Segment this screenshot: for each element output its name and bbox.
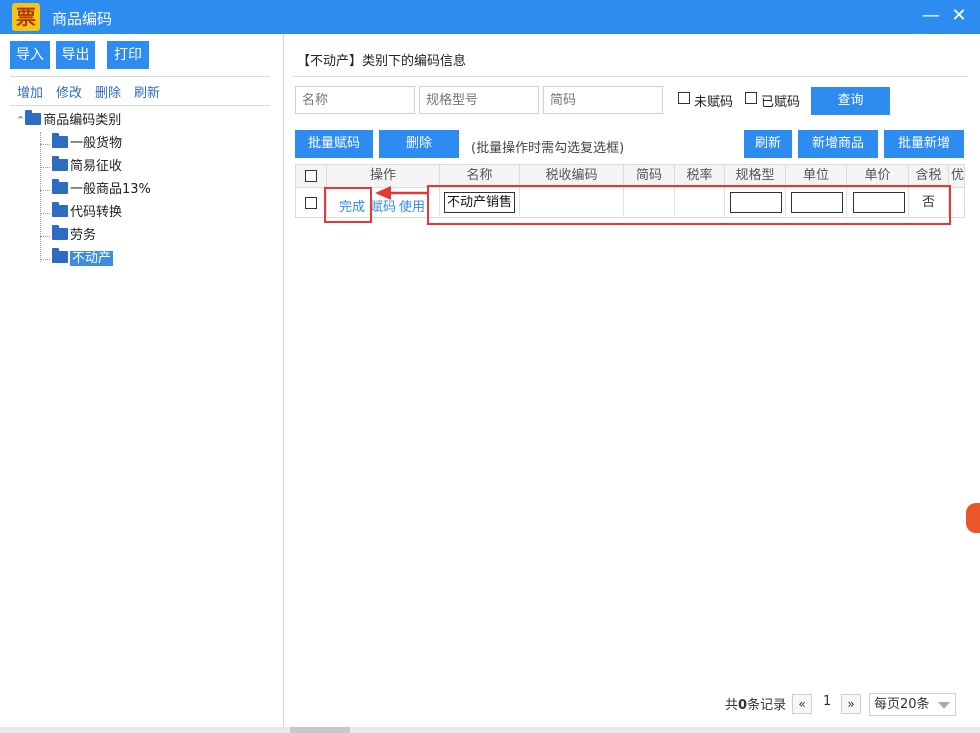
current-page: 1 bbox=[823, 694, 832, 709]
refresh-category-link[interactable]: 刷新 bbox=[134, 82, 160, 101]
tree-item-label: 一般商品13% bbox=[70, 182, 151, 197]
tree-item-label: 代码转换 bbox=[70, 205, 123, 220]
delete-category-link[interactable]: 删除 bbox=[95, 82, 121, 101]
batch-hint: (批量操作时需勾选复选框) bbox=[471, 141, 625, 156]
record-count-prefix: 共 bbox=[725, 698, 739, 713]
tree-root-label: 商品编码类别 bbox=[43, 113, 122, 128]
record-count: 共0条记录 bbox=[725, 694, 786, 713]
batch-assign-button[interactable]: 批量赋码 bbox=[295, 130, 373, 158]
record-count-value: 0 bbox=[738, 698, 748, 713]
section-title: 【不动产】类别下的编码信息 bbox=[297, 54, 467, 69]
record-count-suffix: 条记录 bbox=[747, 698, 787, 713]
category-panel: 导入 导出 打印 增加 修改 删除 刷新 ⌃ 商品编码类别 一般货物 简易征收 一… bbox=[0, 34, 284, 733]
delete-button[interactable]: 删除 bbox=[379, 130, 459, 158]
annotation-arrow-icon bbox=[375, 186, 427, 200]
tree-item-simple-levy[interactable]: 简易征收 bbox=[52, 156, 123, 177]
tree-guide bbox=[40, 190, 50, 191]
minimize-button[interactable]: — bbox=[920, 5, 942, 27]
next-page-button[interactable]: » bbox=[841, 694, 861, 714]
tree-item-label: 简易征收 bbox=[70, 159, 123, 174]
code-info-panel: 【不动产】类别下的编码信息 未赋码 已赋码 查询 批量赋码 删除 (批量操作时需… bbox=[285, 34, 980, 733]
window-title: 商品编码 bbox=[52, 10, 113, 28]
tree-root[interactable]: ⌃ 商品编码类别 bbox=[16, 110, 122, 131]
query-button[interactable]: 查询 bbox=[811, 87, 890, 115]
row-select-cell bbox=[296, 188, 327, 217]
assigned-checkbox[interactable] bbox=[745, 92, 757, 104]
add-category-link[interactable]: 增加 bbox=[17, 82, 43, 101]
page-size-select[interactable]: 每页20条 bbox=[869, 693, 956, 716]
divider bbox=[10, 105, 270, 106]
col-header-short-code: 简码 bbox=[624, 165, 675, 187]
row-highlight-box bbox=[427, 185, 951, 225]
col-header-actions: 操作 bbox=[327, 165, 440, 187]
tree-item-general-goods[interactable]: 一般货物 bbox=[52, 133, 123, 154]
col-header-tax-included: 含税 bbox=[909, 165, 949, 187]
divider bbox=[293, 76, 968, 77]
app-logo: 票 bbox=[12, 3, 40, 31]
tree-guide bbox=[40, 144, 50, 145]
short-code-search-input[interactable] bbox=[543, 86, 663, 114]
tree-item-label: 一般货物 bbox=[70, 136, 123, 151]
batch-add-button[interactable]: 批量新增 bbox=[884, 130, 964, 158]
header-select-all-cell bbox=[296, 165, 327, 187]
folder-icon bbox=[52, 202, 68, 217]
folder-icon bbox=[52, 133, 68, 148]
tree-item-label: 劳务 bbox=[70, 228, 97, 243]
collapse-icon[interactable]: ⌃ bbox=[16, 114, 25, 127]
refresh-button[interactable]: 刷新 bbox=[744, 130, 792, 158]
tree-item-general-13[interactable]: 一般商品13% bbox=[52, 179, 151, 200]
tree-item-real-estate[interactable]: 不动产 bbox=[52, 248, 114, 269]
col-header-preferential: 优 bbox=[950, 168, 964, 183]
new-item-button[interactable]: 新增商品 bbox=[798, 130, 878, 158]
tree-item-labor[interactable]: 劳务 bbox=[52, 225, 97, 246]
tree-guide bbox=[40, 236, 50, 237]
print-button[interactable]: 打印 bbox=[107, 41, 149, 69]
assigned-label: 已赋码 bbox=[761, 95, 801, 110]
col-header-spec: 规格型 bbox=[725, 165, 786, 187]
horizontal-scrollbar[interactable] bbox=[0, 727, 980, 733]
unassigned-checkbox[interactable] bbox=[678, 92, 690, 104]
row-checkbox[interactable] bbox=[305, 197, 317, 209]
prev-page-button[interactable]: « bbox=[792, 694, 812, 714]
col-header-tax-rate: 税率 bbox=[675, 165, 725, 187]
tree-guide bbox=[40, 132, 41, 262]
tree-item-label: 不动产 bbox=[70, 251, 114, 266]
folder-icon bbox=[52, 179, 68, 194]
divider bbox=[10, 76, 270, 77]
folder-icon bbox=[25, 110, 42, 125]
name-search-input[interactable] bbox=[295, 86, 415, 114]
col-header-name: 名称 bbox=[440, 165, 520, 187]
folder-icon bbox=[52, 248, 68, 263]
import-button[interactable]: 导入 bbox=[10, 41, 50, 69]
dropdown-caret-icon bbox=[938, 702, 950, 709]
tree-item-code-conversion[interactable]: 代码转换 bbox=[52, 202, 123, 223]
spec-search-input[interactable] bbox=[419, 86, 539, 114]
page-size-label: 每页20条 bbox=[874, 697, 930, 712]
folder-icon bbox=[52, 156, 68, 171]
col-header-unit: 单位 bbox=[786, 165, 847, 187]
tree-guide bbox=[40, 213, 50, 214]
side-float-icon[interactable] bbox=[966, 503, 980, 533]
tree-guide bbox=[40, 167, 50, 168]
title-bar: 票 商品编码 — ✕ bbox=[0, 0, 980, 34]
col-header-tax-code: 税收编码 bbox=[520, 165, 624, 187]
unassigned-label: 未赋码 bbox=[694, 95, 734, 110]
close-button[interactable]: ✕ bbox=[948, 5, 970, 27]
export-button[interactable]: 导出 bbox=[56, 41, 95, 69]
select-all-checkbox[interactable] bbox=[305, 170, 317, 182]
scrollbar-thumb[interactable] bbox=[290, 727, 350, 733]
done-highlight-box bbox=[324, 187, 372, 223]
col-header-price: 单价 bbox=[847, 165, 909, 187]
folder-icon bbox=[52, 225, 68, 240]
edit-category-link[interactable]: 修改 bbox=[56, 82, 82, 101]
tree-guide bbox=[40, 259, 50, 260]
